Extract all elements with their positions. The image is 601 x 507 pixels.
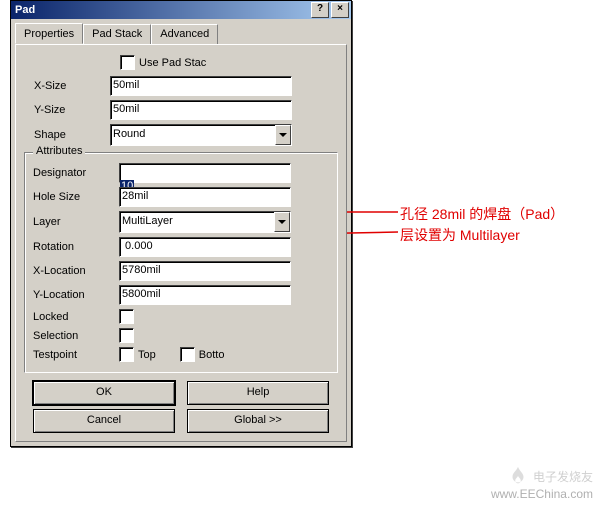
watermark-brand: 电子发烧友 <box>533 468 593 485</box>
cancel-button[interactable]: Cancel <box>33 409 175 433</box>
hole-size-label: Hole Size <box>33 191 119 203</box>
chevron-down-icon[interactable] <box>275 125 291 145</box>
testpoint-top-checkbox[interactable] <box>119 347 134 362</box>
selection-checkbox[interactable] <box>119 328 134 343</box>
ylocation-label: Y-Location <box>33 289 119 301</box>
attributes-legend: Attributes <box>33 145 85 157</box>
layer-label: Layer <box>33 216 119 228</box>
title-bar[interactable]: Pad ? × <box>11 1 351 19</box>
hole-size-input[interactable] <box>119 187 291 207</box>
use-pad-stack-label: Use Pad Stac <box>139 57 206 69</box>
testpoint-bottom-label: Botto <box>199 349 225 361</box>
pad-dialog: Pad ? × Properties Pad Stack Advanced Us… <box>10 0 352 447</box>
global-button[interactable]: Global >> <box>187 409 329 433</box>
window-title: Pad <box>15 4 309 16</box>
ysize-label: Y-Size <box>34 104 110 116</box>
designator-input[interactable]: 10 <box>119 163 291 183</box>
tab-properties[interactable]: Properties <box>15 23 83 44</box>
xlocation-label: X-Location <box>33 265 119 277</box>
use-pad-stack-checkbox[interactable] <box>120 55 135 70</box>
designator-label: Designator <box>33 167 119 179</box>
shape-combo[interactable] <box>110 124 292 146</box>
close-button[interactable]: × <box>331 2 349 18</box>
selection-label: Selection <box>33 330 119 342</box>
shape-label: Shape <box>34 129 110 141</box>
locked-label: Locked <box>33 311 119 323</box>
xlocation-input[interactable] <box>119 261 291 281</box>
testpoint-label: Testpoint <box>33 349 119 361</box>
rotation-label: Rotation <box>33 241 119 253</box>
annotation-hole-text: 孔径 28mil 的焊盘（Pad） <box>400 204 564 224</box>
tab-pad-stack[interactable]: Pad Stack <box>83 24 151 45</box>
ysize-input[interactable] <box>110 100 292 120</box>
ok-button[interactable]: OK <box>33 381 175 405</box>
locked-checkbox[interactable] <box>119 309 134 324</box>
attributes-group: Attributes Designator 10 Hole Size Layer <box>24 152 338 373</box>
ylocation-input[interactable] <box>119 285 291 305</box>
help-button[interactable]: ? <box>311 2 329 18</box>
flame-icon <box>507 465 529 487</box>
tab-advanced[interactable]: Advanced <box>151 24 218 45</box>
watermark-url: www.EEChina.com <box>491 487 593 501</box>
tab-strip: Properties Pad Stack Advanced <box>15 23 347 45</box>
xsize-input[interactable] <box>110 76 292 96</box>
rotation-input[interactable] <box>119 237 291 257</box>
annotation-layer-text: 层设置为 Multilayer <box>400 225 520 245</box>
properties-panel: Use Pad Stac X-Size Y-Size Shape <box>15 44 347 442</box>
help-dialog-button[interactable]: Help <box>187 381 329 405</box>
testpoint-top-label: Top <box>138 349 156 361</box>
testpoint-bottom-checkbox[interactable] <box>180 347 195 362</box>
chevron-down-icon[interactable] <box>274 212 290 232</box>
layer-combo[interactable] <box>119 211 291 233</box>
xsize-label: X-Size <box>34 80 110 92</box>
watermark: 电子发烧友 www.EEChina.com <box>491 465 593 501</box>
